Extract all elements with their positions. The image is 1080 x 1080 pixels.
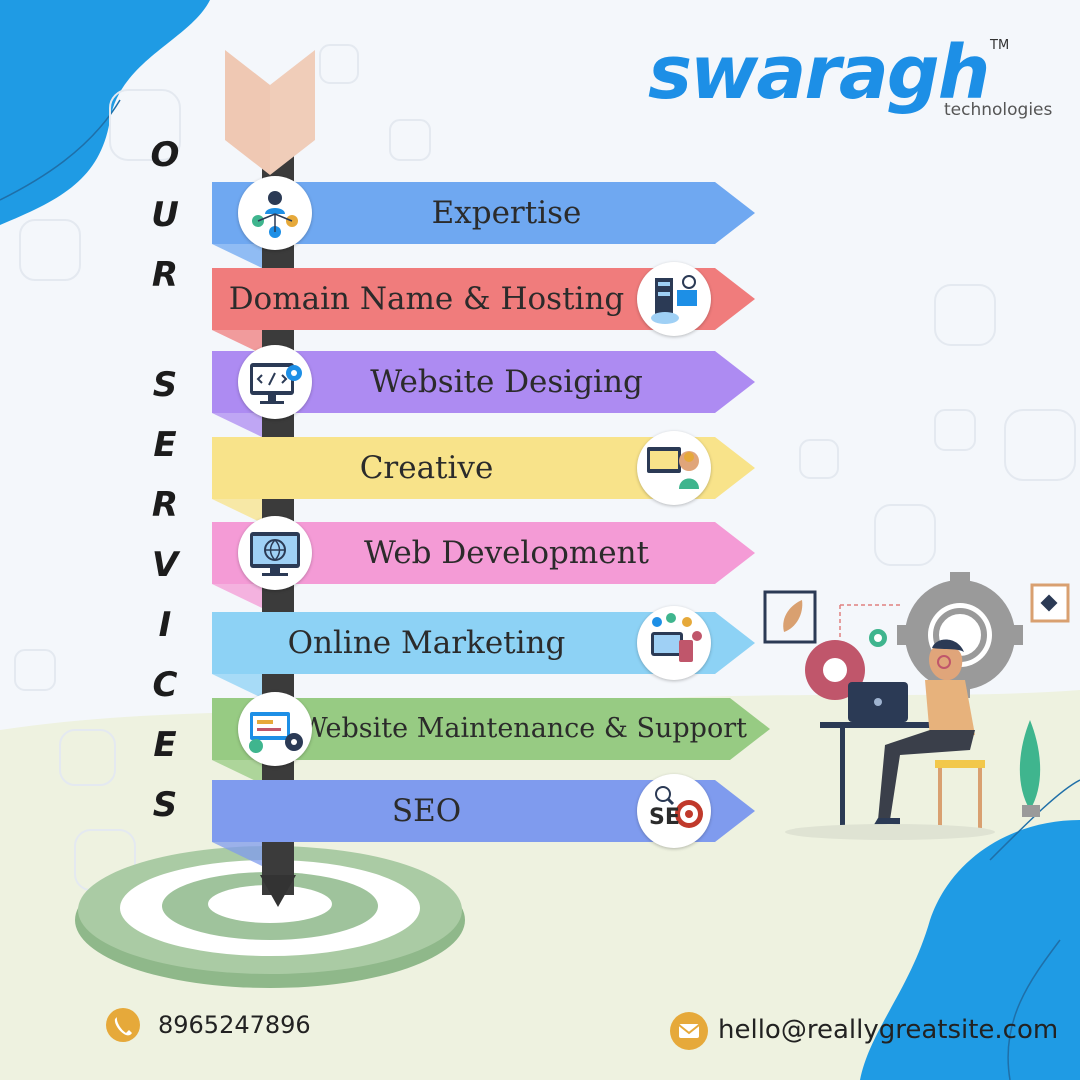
service-label: Online Marketing	[287, 625, 566, 661]
phone-icon	[106, 1008, 140, 1042]
service-label: SEO	[391, 793, 462, 829]
poster: OURSERVICES Expertise Domain Name & Hosti…	[0, 0, 1080, 1080]
creative-mind-icon	[637, 431, 711, 505]
brand-trademark: TM	[990, 38, 1010, 53]
svg-text:SE: SE	[649, 805, 680, 830]
service-label: Creative	[359, 450, 494, 486]
service-label: Website Desiging	[370, 364, 643, 400]
person-at-desk-illustration	[763, 572, 1070, 840]
globe-monitor-icon	[238, 516, 312, 590]
brand-tagline: technologies	[944, 100, 1053, 120]
heading-letter: I	[158, 605, 172, 645]
seo-target-icon: SE	[637, 774, 711, 848]
brand-logo: swaragh	[648, 30, 990, 116]
social-marketing-icon	[637, 606, 711, 680]
phone-number[interactable]: 8965247896	[158, 1011, 311, 1039]
heading-letter: S	[152, 785, 178, 825]
email-address[interactable]: hello@reallygreatsite.com	[718, 1015, 1058, 1045]
code-monitor-icon	[238, 345, 312, 419]
heading-letter: V	[151, 545, 179, 585]
heading-letter: O	[150, 135, 180, 175]
maintenance-gears-icon	[238, 692, 312, 766]
service-label: Website Maintenance & Support	[300, 713, 747, 744]
heading-letter: E	[153, 425, 177, 465]
heading-letter: S	[152, 365, 178, 405]
service-label: Web Development	[363, 535, 650, 571]
heading-letter: U	[151, 195, 179, 235]
service-label: Domain Name & Hosting	[228, 281, 625, 317]
heading-letter: E	[153, 725, 177, 765]
heading-letter: R	[151, 255, 179, 295]
service-label: Expertise	[431, 195, 582, 231]
team-network-icon	[238, 176, 312, 250]
heading-letter: C	[152, 665, 178, 705]
mail-icon	[670, 1012, 708, 1050]
heading-letter: R	[151, 485, 179, 525]
server-cloud-icon	[637, 262, 711, 336]
